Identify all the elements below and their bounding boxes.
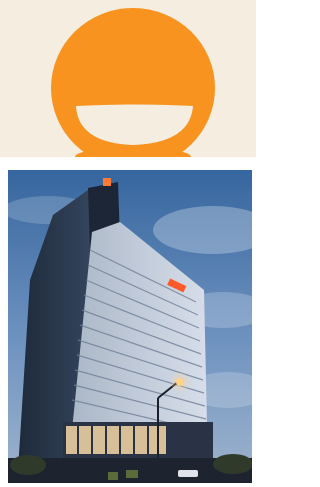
smiley-face-icon bbox=[51, 8, 215, 157]
building-photo bbox=[8, 170, 252, 483]
logo-panel bbox=[0, 0, 256, 157]
